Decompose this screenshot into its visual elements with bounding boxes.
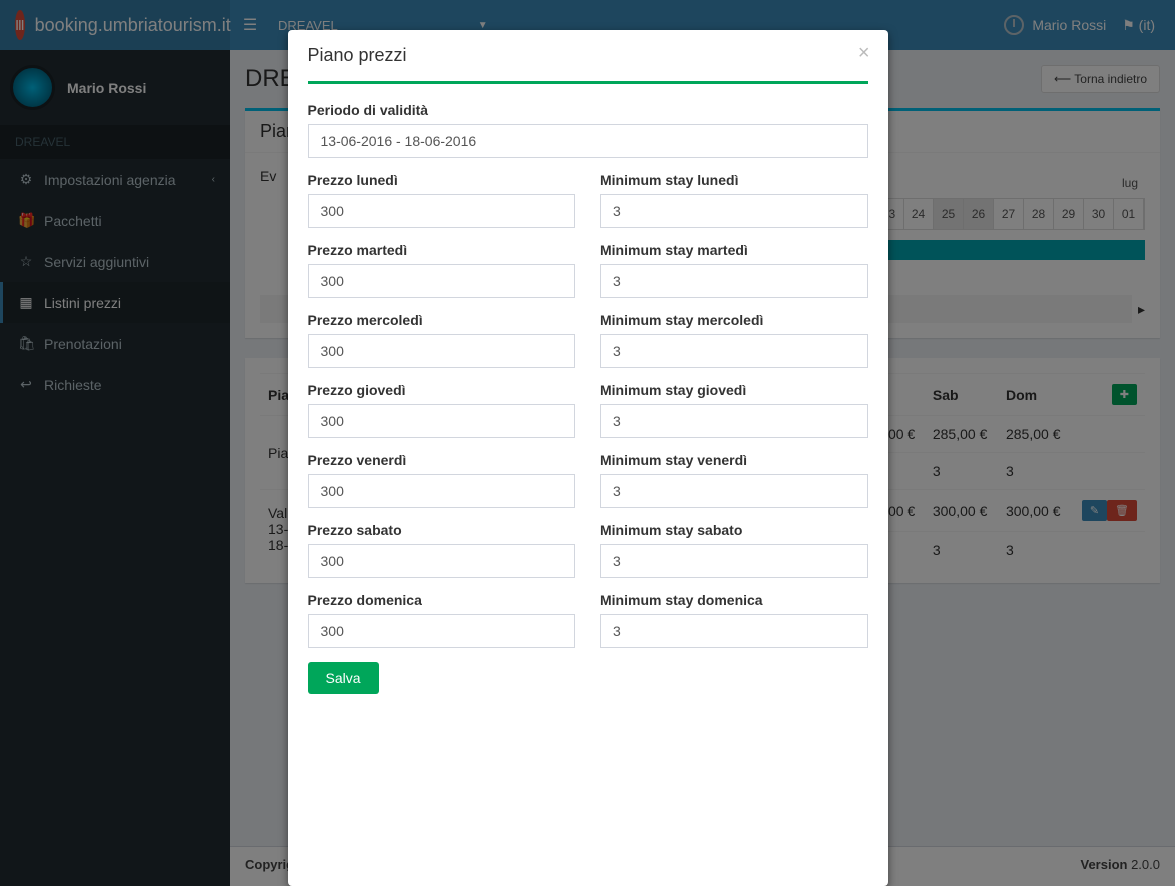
price-label: Prezzo giovedì bbox=[308, 382, 576, 398]
price-label: Prezzo martedì bbox=[308, 242, 576, 258]
stay-label: Minimum stay lunedì bbox=[600, 172, 868, 188]
price-label: Prezzo lunedì bbox=[308, 172, 576, 188]
price-label: Prezzo sabato bbox=[308, 522, 576, 538]
stay-input[interactable] bbox=[600, 404, 868, 438]
stay-input[interactable] bbox=[600, 614, 868, 648]
price-plan-modal: Piano prezzi × Periodo di validità Prezz… bbox=[288, 30, 888, 886]
stay-label: Minimum stay giovedì bbox=[600, 382, 868, 398]
stay-input[interactable] bbox=[600, 474, 868, 508]
modal-header: Piano prezzi × bbox=[288, 30, 888, 81]
stay-input[interactable] bbox=[600, 264, 868, 298]
price-input[interactable] bbox=[308, 614, 576, 648]
accent-bar bbox=[308, 81, 868, 84]
period-label: Periodo di validità bbox=[308, 102, 868, 118]
day-row-3: Prezzo giovedì Minimum stay giovedì bbox=[308, 382, 868, 438]
price-label: Prezzo mercoledì bbox=[308, 312, 576, 328]
close-icon[interactable]: × bbox=[858, 42, 870, 65]
price-input[interactable] bbox=[308, 544, 576, 578]
day-row-1: Prezzo martedì Minimum stay martedì bbox=[308, 242, 868, 298]
day-row-0: Prezzo lunedì Minimum stay lunedì bbox=[308, 172, 868, 228]
period-input[interactable] bbox=[308, 124, 868, 158]
stay-label: Minimum stay domenica bbox=[600, 592, 868, 608]
day-row-6: Prezzo domenica Minimum stay domenica bbox=[308, 592, 868, 648]
stay-label: Minimum stay venerdì bbox=[600, 452, 868, 468]
price-label: Prezzo domenica bbox=[308, 592, 576, 608]
stay-input[interactable] bbox=[600, 334, 868, 368]
period-group: Periodo di validità bbox=[308, 102, 868, 158]
price-input[interactable] bbox=[308, 404, 576, 438]
modal-body: Periodo di validità Prezzo lunedì Minimum… bbox=[288, 81, 888, 714]
stay-label: Minimum stay mercoledì bbox=[600, 312, 868, 328]
price-input[interactable] bbox=[308, 334, 576, 368]
day-row-2: Prezzo mercoledì Minimum stay mercoledì bbox=[308, 312, 868, 368]
day-row-4: Prezzo venerdì Minimum stay venerdì bbox=[308, 452, 868, 508]
price-input[interactable] bbox=[308, 264, 576, 298]
stay-label: Minimum stay martedì bbox=[600, 242, 868, 258]
save-button[interactable]: Salva bbox=[308, 662, 379, 694]
day-row-5: Prezzo sabato Minimum stay sabato bbox=[308, 522, 868, 578]
stay-input[interactable] bbox=[600, 544, 868, 578]
modal-title: Piano prezzi bbox=[308, 45, 868, 66]
price-input[interactable] bbox=[308, 474, 576, 508]
stay-input[interactable] bbox=[600, 194, 868, 228]
price-input[interactable] bbox=[308, 194, 576, 228]
price-label: Prezzo venerdì bbox=[308, 452, 576, 468]
stay-label: Minimum stay sabato bbox=[600, 522, 868, 538]
modal-overlay[interactable]: Piano prezzi × Periodo di validità Prezz… bbox=[0, 0, 1175, 886]
